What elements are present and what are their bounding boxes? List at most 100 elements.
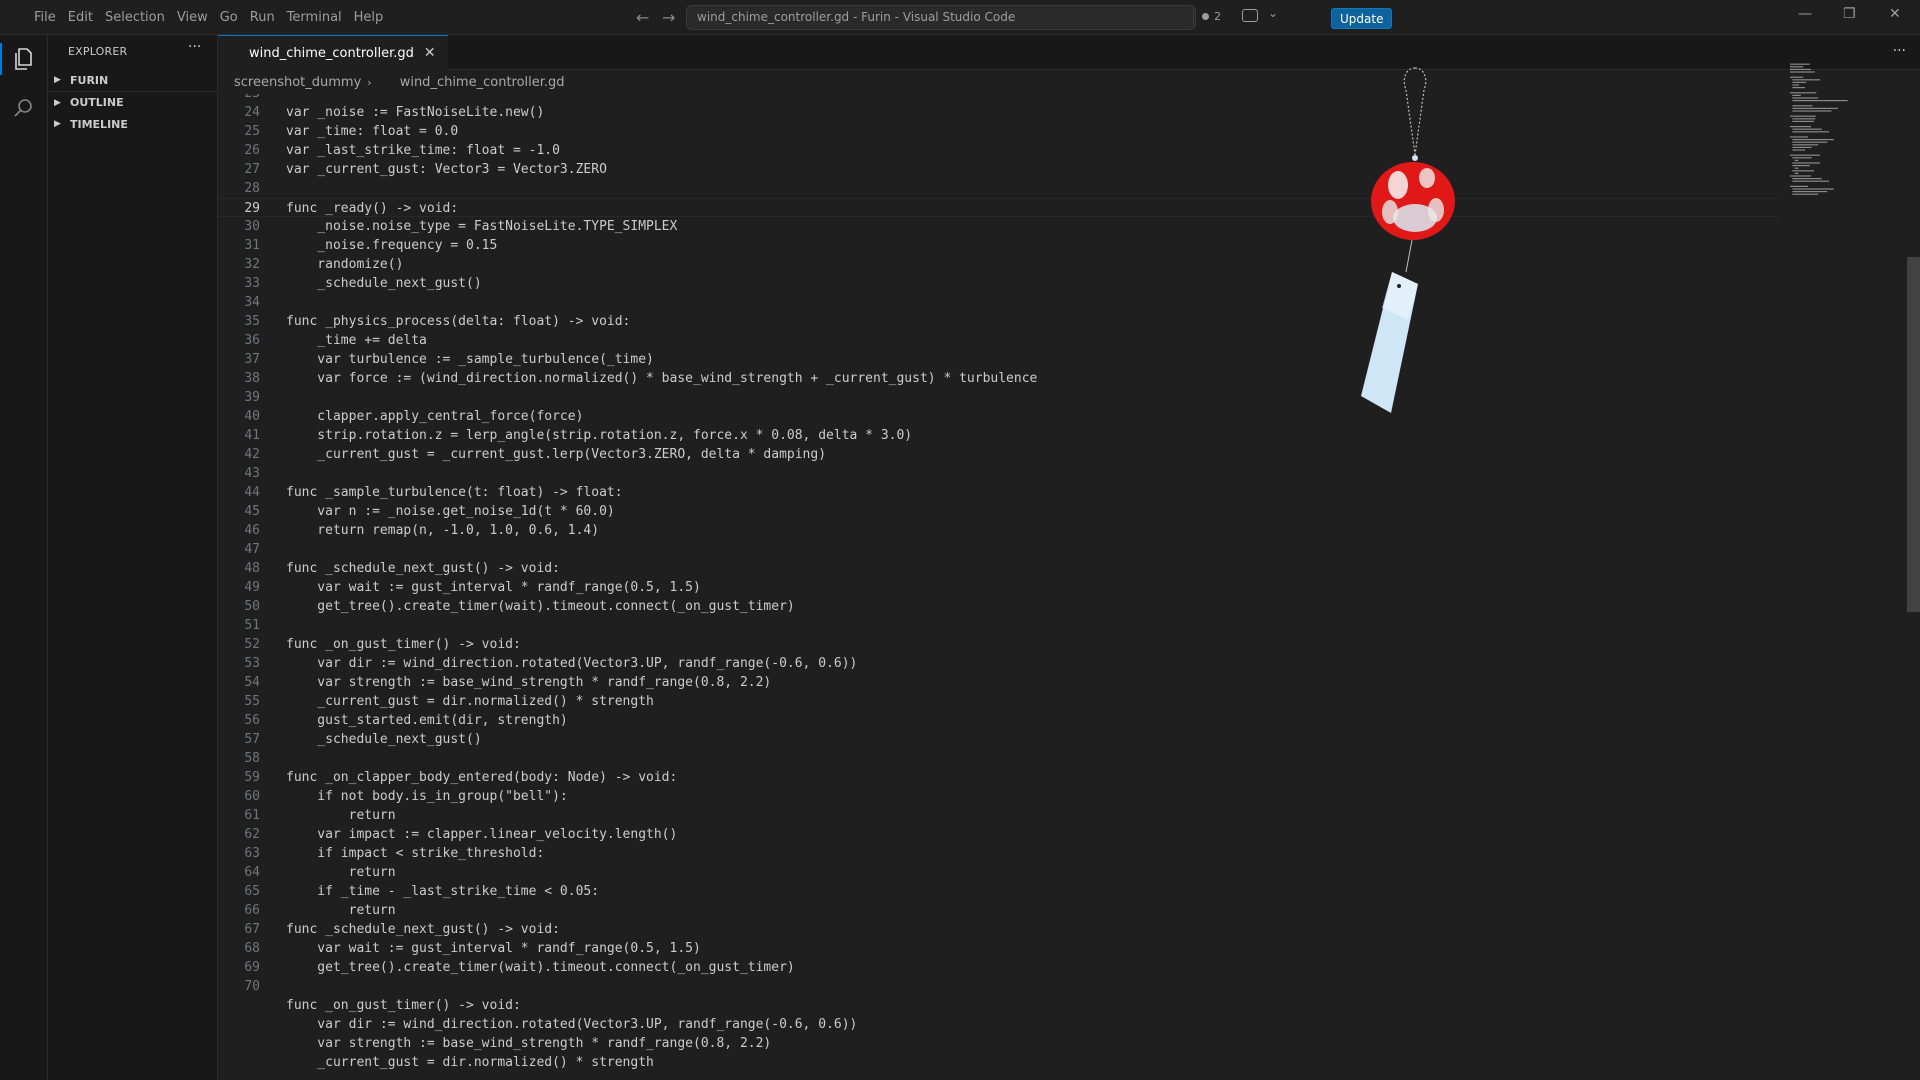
line-number: 44	[244, 485, 260, 500]
code-line[interactable]: 26 var _last_strike_time: float = -1.0	[218, 141, 1778, 160]
menu-help[interactable]: Help	[354, 10, 384, 25]
chat-icon[interactable]	[1242, 9, 1258, 22]
code-line[interactable]: _current_gust = dir.normalized() * stren…	[218, 1053, 1778, 1072]
code-line[interactable]: 31 _noise.frequency = 0.15	[218, 236, 1778, 255]
chevron-down-icon[interactable]: ⌄	[1268, 6, 1278, 20]
code-line[interactable]: 48 func _schedule_next_gust() -> void:	[218, 559, 1778, 578]
code-line[interactable]: 40 clapper.apply_central_force(force)	[218, 407, 1778, 426]
code-line[interactable]: 44 func _sample_turbulence(t: float) -> f…	[218, 483, 1778, 502]
code-line[interactable]: 39	[218, 388, 1778, 407]
code-line[interactable]: 56 gust_started.emit(dir, strength)	[218, 711, 1778, 730]
code-line[interactable]: 63 if impact < strike_threshold:	[218, 844, 1778, 863]
code-line[interactable]: 25 var _time: float = 0.0	[218, 122, 1778, 141]
menu-selection[interactable]: Selection	[105, 10, 165, 25]
code-line[interactable]: 70	[218, 977, 1778, 996]
files-icon[interactable]	[13, 47, 33, 71]
more-icon[interactable]: ···	[1893, 43, 1906, 59]
menu-edit[interactable]: Edit	[68, 10, 93, 25]
code-line[interactable]: 24 var _noise := FastNoiseLite.new()	[218, 103, 1778, 122]
code-line[interactable]: 54 var strength := base_wind_strength * …	[218, 673, 1778, 692]
code-line[interactable]: 60 if not body.is_in_group("bell"):	[218, 787, 1778, 806]
close-window-icon[interactable]: ✕	[1889, 6, 1901, 22]
code-line[interactable]: 34	[218, 293, 1778, 312]
code-line[interactable]: 41 strip.rotation.z = lerp_angle(strip.r…	[218, 426, 1778, 445]
code-line[interactable]: 42 _current_gust = _current_gust.lerp(Ve…	[218, 445, 1778, 464]
line-number: 64	[244, 865, 260, 880]
line-number: 60	[244, 789, 260, 804]
breadcrumb-file[interactable]: wind_chime_controller.gd	[400, 75, 565, 90]
menu-go[interactable]: Go	[220, 10, 238, 25]
menu-run[interactable]: Run	[250, 10, 275, 25]
code-line[interactable]: 69 get_tree().create_timer(wait).timeout…	[218, 958, 1778, 977]
code-line[interactable]: 32 randomize()	[218, 255, 1778, 274]
code-line[interactable]: 66 return	[218, 901, 1778, 920]
code-line[interactable]: 51	[218, 616, 1778, 635]
menu-file[interactable]: File	[34, 10, 56, 25]
code-line[interactable]: 52 func _on_gust_timer() -> void:	[218, 635, 1778, 654]
code-line[interactable]: 28	[218, 179, 1778, 198]
command-center[interactable]: wind_chime_controller.gd - Furin - Visua…	[686, 5, 1196, 30]
code-line[interactable]: 35 func _physics_process(delta: float) ->…	[218, 312, 1778, 331]
code-line[interactable]: 62 var impact := clapper.linear_velocity…	[218, 825, 1778, 844]
section-outline[interactable]: ▶ OUTLINE	[48, 91, 217, 113]
section-timeline[interactable]: ▶ TIMELINE	[48, 113, 217, 135]
line-number: 28	[244, 181, 260, 196]
code-line[interactable]: 27 var _current_gust: Vector3 = Vector3.Z…	[218, 160, 1778, 179]
tab-wind-chime-controller[interactable]: wind_chime_controller.gd ✕	[218, 35, 448, 70]
line-number: 37	[244, 352, 260, 367]
code-line[interactable]: 67 func _schedule_next_gust() -> void:	[218, 920, 1778, 939]
active-indicator	[0, 43, 2, 75]
more-icon[interactable]: ···	[188, 39, 201, 55]
chevron-right-icon: ▶	[54, 75, 61, 85]
problems-indicator[interactable]: 2	[1202, 10, 1221, 23]
code-line[interactable]: 49 var wait := gust_interval * randf_ran…	[218, 578, 1778, 597]
scrollbar-thumb[interactable]	[1907, 257, 1920, 612]
minimap-line	[1792, 84, 1799, 86]
breadcrumb-folder[interactable]: screenshot_dummy	[234, 75, 361, 90]
wind-chime-icon	[1361, 67, 1455, 413]
code-line[interactable]: 55 _current_gust = dir.normalized() * st…	[218, 692, 1778, 711]
code-line[interactable]: 47	[218, 540, 1778, 559]
code-line[interactable]: 68 var wait := gust_interval * randf_ran…	[218, 939, 1778, 958]
menu-terminal[interactable]: Terminal	[287, 10, 342, 25]
code-line[interactable]: 37 var turbulence := _sample_turbulence(…	[218, 350, 1778, 369]
update-button[interactable]: Update	[1331, 8, 1393, 29]
minimap-line	[1790, 126, 1811, 128]
arrow-right-icon[interactable]: →	[662, 8, 675, 27]
code-line[interactable]: var strength := base_wind_strength * ran…	[218, 1034, 1778, 1053]
code-line[interactable]: func _on_gust_timer() -> void:	[218, 996, 1778, 1015]
minimap-line	[1790, 136, 1808, 138]
code-line[interactable]: 53 var dir := wind_direction.rotated(Vec…	[218, 654, 1778, 673]
code-line[interactable]: 50 get_tree().create_timer(wait).timeout…	[218, 597, 1778, 616]
code-line[interactable]: 65 if _time - _last_strike_time < 0.05:	[218, 882, 1778, 901]
chevron-right-icon: ▶	[54, 119, 61, 129]
search-icon[interactable]	[13, 97, 35, 119]
code-line[interactable]: 64 return	[218, 863, 1778, 882]
code-line[interactable]: 61 return	[218, 806, 1778, 825]
close-icon[interactable]: ✕	[424, 36, 436, 71]
code-line[interactable]: 38 var force := (wind_direction.normaliz…	[218, 369, 1778, 388]
code-line[interactable]: 30 _noise.noise_type = FastNoiseLite.TYP…	[218, 217, 1778, 236]
code-line[interactable]: 36 _time += delta	[218, 331, 1778, 350]
code-line[interactable]: 59 func _on_clapper_body_entered(body: No…	[218, 768, 1778, 787]
code-line[interactable]: 33 _schedule_next_gust()	[218, 274, 1778, 293]
line-number: 39	[244, 390, 260, 405]
code-line[interactable]: 46 return remap(n, -1.0, 1.0, 0.6, 1.4)	[218, 521, 1778, 540]
minimap[interactable]	[1788, 59, 1878, 229]
section-furin[interactable]: ▶ FURIN	[48, 69, 217, 91]
code-line[interactable]: 45 var n := _noise.get_noise_1d(t * 60.0…	[218, 502, 1778, 521]
code-line[interactable]: 43	[218, 464, 1778, 483]
code-text: var strength := base_wind_strength * ran…	[286, 1036, 772, 1051]
code-line[interactable]: 23	[218, 94, 1778, 103]
arrow-left-icon[interactable]: ←	[636, 8, 649, 27]
breadcrumb: screenshot_dummy › wind_chime_controller…	[234, 70, 565, 94]
menu-view[interactable]: View	[177, 10, 208, 25]
line-number: 41	[244, 428, 260, 443]
minimize-icon[interactable]: —	[1798, 6, 1812, 22]
code-line[interactable]: 29 func _ready() -> void:	[218, 198, 1778, 217]
code-line[interactable]: var dir := wind_direction.rotated(Vector…	[218, 1015, 1778, 1034]
code-area[interactable]: 23 24 var _noise := FastNoiseLite.new() 25 v…	[218, 94, 1778, 1080]
code-line[interactable]: 57 _schedule_next_gust()	[218, 730, 1778, 749]
restore-icon[interactable]: ❐	[1843, 6, 1856, 22]
code-line[interactable]: 58	[218, 749, 1778, 768]
